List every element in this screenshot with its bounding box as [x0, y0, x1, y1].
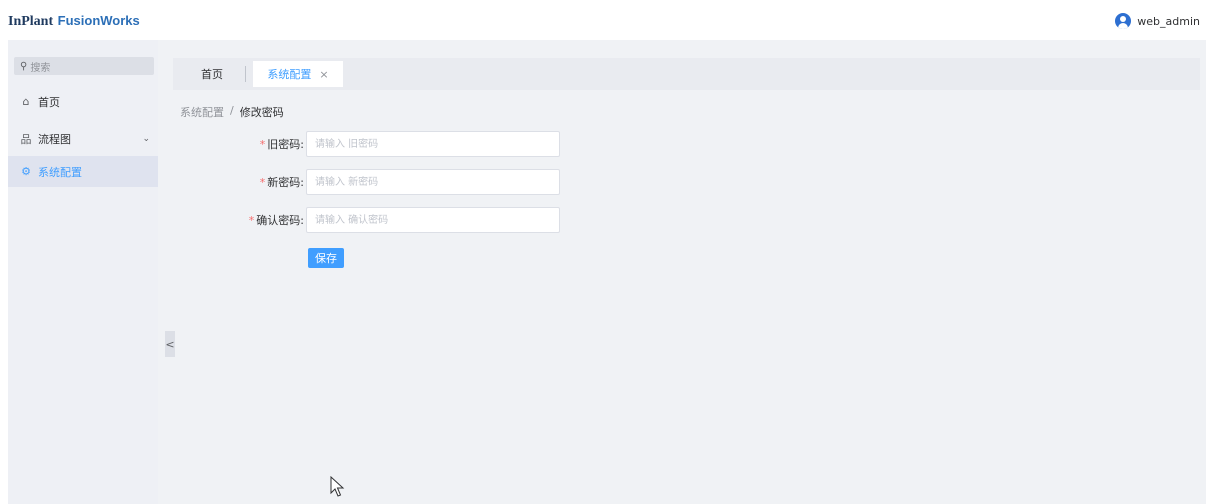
required-mark: *	[259, 176, 266, 189]
old-password-label: * 旧密码:	[218, 136, 306, 152]
sidebar-item-label: 系统配置	[38, 165, 82, 179]
close-icon[interactable]: ×	[319, 68, 328, 81]
confirm-password-label-text: 确认密码:	[256, 214, 304, 227]
form-row-old-password: * 旧密码:	[218, 131, 560, 157]
tab-label: 系统配置	[267, 68, 312, 81]
gear-icon: ⚙	[21, 165, 31, 178]
new-password-label: * 新密码:	[218, 174, 306, 190]
save-button[interactable]: 保存	[308, 248, 344, 268]
breadcrumb-parent[interactable]: 系统配置	[180, 104, 224, 120]
user-menu[interactable]: web_admin	[1115, 13, 1200, 29]
sidebar-item-system-config[interactable]: ⚙ 系统配置	[8, 156, 158, 187]
search-placeholder: 搜索	[30, 62, 51, 74]
new-password-label-text: 新密码:	[267, 176, 304, 189]
tab-home[interactable]: 首页	[183, 61, 241, 87]
old-password-label-text: 旧密码:	[267, 138, 304, 151]
chevron-down-icon: ⌄	[142, 133, 150, 144]
confirm-password-label: * 确认密码:	[218, 212, 306, 228]
tab-system-config[interactable]: 系统配置 ×	[253, 61, 343, 87]
mouse-cursor-icon	[330, 476, 345, 497]
form-row-confirm-password: * 确认密码:	[218, 207, 560, 233]
sidebar-collapse-button[interactable]: <	[165, 331, 175, 357]
sidebar-item-flowchart[interactable]: 品 流程图 ⌄	[8, 123, 158, 154]
logo-brand: InPlant	[8, 14, 54, 29]
sidebar-item-label: 首页	[38, 95, 60, 109]
breadcrumb: 系统配置 / 修改密码	[180, 104, 284, 120]
sidebar-search[interactable]: ⚲ 搜索	[14, 57, 154, 75]
top-header: InPlant FusionWorks web_admin	[0, 0, 1206, 40]
user-avatar-icon[interactable]	[1115, 13, 1132, 29]
tab-label: 首页	[201, 68, 223, 81]
app-logo[interactable]: InPlant FusionWorks	[8, 13, 140, 30]
breadcrumb-separator: /	[230, 104, 234, 117]
confirm-password-input[interactable]	[306, 207, 560, 233]
sidebar-item-label: 流程图	[38, 132, 71, 146]
tab-bar: 首页 系统配置 ×	[173, 58, 1200, 90]
username[interactable]: web_admin	[1137, 15, 1200, 28]
sidebar: ⚲ 搜索 ⌂ 首页 品 流程图 ⌄ ⚙ 系统配置	[8, 40, 158, 504]
main-content: 首页 系统配置 × 系统配置 / 修改密码 * 旧密码: * 新密码: * 确认密码:…	[158, 40, 1206, 504]
tab-divider	[245, 66, 246, 82]
sidebar-item-home[interactable]: ⌂ 首页	[8, 86, 158, 117]
form-row-new-password: * 新密码:	[218, 169, 560, 195]
new-password-input[interactable]	[306, 169, 560, 195]
search-icon: ⚲	[20, 60, 28, 72]
required-mark: *	[248, 214, 255, 227]
required-mark: *	[259, 138, 266, 151]
old-password-input[interactable]	[306, 131, 560, 157]
breadcrumb-current: 修改密码	[239, 106, 284, 119]
home-icon: ⌂	[22, 95, 30, 108]
logo-product: FusionWorks	[57, 13, 140, 28]
flowchart-icon: 品	[20, 132, 32, 146]
